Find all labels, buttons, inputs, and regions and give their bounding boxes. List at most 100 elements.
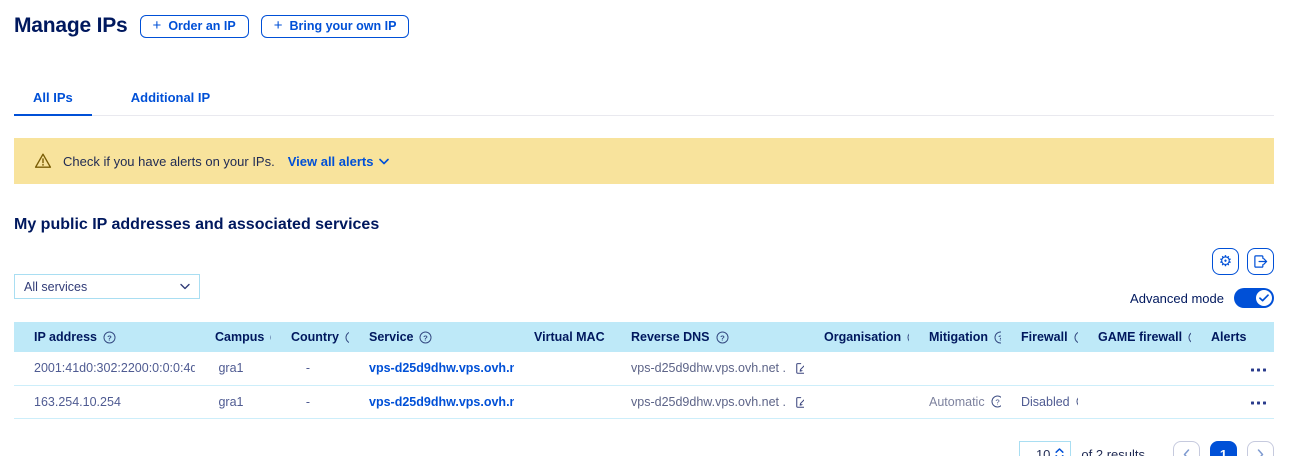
help-icon[interactable]: ? — [103, 331, 116, 344]
column-settings-button[interactable]: ⚙ — [1212, 248, 1239, 275]
cell-service: vps-d25d9dhw.vps.ovh.net — [349, 385, 514, 418]
col-header-reverse-dns: Reverse DNS? — [611, 322, 804, 352]
help-icon[interactable]: ? — [345, 331, 349, 344]
tab-bar: All IPs Additional IP — [14, 84, 1274, 116]
cell-country: - — [271, 352, 349, 385]
edit-icon[interactable] — [795, 395, 804, 409]
col-header-mitigation: Mitigation? — [909, 322, 1001, 352]
order-ip-label: Order an IP — [168, 19, 235, 33]
svg-text:?: ? — [998, 333, 1001, 342]
help-icon[interactable]: ? — [1076, 395, 1078, 408]
cell-campus: gra1 — [195, 385, 271, 418]
svg-text:?: ? — [720, 333, 725, 342]
page-size-value: 10 — [1036, 447, 1050, 456]
warning-triangle-icon — [34, 152, 52, 170]
plus-icon: + — [274, 18, 283, 33]
edit-icon[interactable] — [795, 361, 804, 375]
tab-additional-ip[interactable]: Additional IP — [112, 84, 229, 116]
cell-firewall: Disabled ? — [1001, 385, 1078, 418]
row-actions-menu-button[interactable] — [1249, 397, 1268, 409]
tab-all-ips-label: All IPs — [33, 90, 73, 105]
ip-table: IP address? Campus? Country? Service? Vi… — [14, 322, 1274, 419]
svg-text:?: ? — [424, 333, 429, 342]
gear-icon: ⚙ — [1219, 254, 1232, 269]
service-link[interactable]: vps-d25d9dhw.vps.ovh.net — [369, 395, 514, 409]
next-page-button[interactable] — [1247, 441, 1274, 456]
manage-ips-page: Manage IPs + Order an IP + Bring your ow… — [0, 0, 1301, 456]
svg-text:?: ? — [107, 333, 112, 342]
col-header-firewall: Firewall? — [1001, 322, 1078, 352]
cell-alerts — [1191, 352, 1246, 385]
toggle-check-icon — [1256, 290, 1272, 306]
page-title: Manage IPs — [14, 14, 128, 38]
service-link[interactable]: vps-d25d9dhw.vps.ovh.net — [369, 361, 514, 375]
pagination: 10 of 2 results 1 — [14, 441, 1274, 456]
service-filter-select[interactable]: All services — [14, 274, 200, 299]
cell-reverse-dns: vps-d25d9dhw.vps.ovh.net . — [611, 352, 804, 385]
cell-actions — [1246, 385, 1274, 418]
table-row: 2001:41d0:302:2200:0:0:0:4dd2 gra1 - vps… — [14, 352, 1274, 385]
export-button[interactable] — [1247, 248, 1274, 275]
bring-your-own-ip-button[interactable]: + Bring your own IP — [261, 15, 410, 38]
table-controls: All services ⚙ Advanced mode — [14, 248, 1274, 308]
col-header-game-firewall: GAME firewall? — [1078, 322, 1191, 352]
export-icon — [1253, 254, 1268, 269]
cell-organisation — [804, 385, 909, 418]
banner-message: Check if you have alerts on your IPs. — [63, 154, 275, 169]
firewall-value: Disabled — [1021, 395, 1070, 409]
advanced-mode-row: Advanced mode — [1130, 288, 1274, 308]
help-icon[interactable]: ? — [1074, 331, 1078, 344]
alerts-banner: Check if you have alerts on your IPs. Vi… — [14, 138, 1274, 184]
col-header-virtual-mac: Virtual MAC? — [514, 322, 611, 352]
page-size-select[interactable]: 10 — [1019, 441, 1071, 456]
cell-organisation — [804, 352, 909, 385]
row-actions-menu-button[interactable] — [1249, 364, 1268, 376]
table-row: 163.254.10.254 gra1 - vps-d25d9dhw.vps.o… — [14, 385, 1274, 418]
reverse-dns-value: vps-d25d9dhw.vps.ovh.net . — [631, 361, 786, 375]
svg-text:?: ? — [995, 397, 999, 406]
cell-game-firewall — [1078, 385, 1191, 418]
help-icon[interactable]: ? — [716, 331, 729, 344]
help-icon[interactable]: ? — [907, 331, 909, 344]
cell-game-firewall — [1078, 352, 1191, 385]
help-icon[interactable]: ? — [991, 395, 1001, 408]
col-header-ip-address: IP address? — [14, 322, 195, 352]
mitigation-value: Automatic — [929, 395, 985, 409]
plus-icon: + — [153, 18, 162, 33]
view-all-alerts-link[interactable]: View all alerts — [288, 154, 390, 169]
help-icon[interactable]: ? — [270, 331, 271, 344]
tab-all-ips[interactable]: All IPs — [14, 84, 92, 116]
advanced-mode-toggle[interactable] — [1234, 288, 1274, 308]
cell-firewall — [1001, 352, 1078, 385]
stepper-icon — [1055, 448, 1064, 456]
ellipsis-icon — [1251, 401, 1266, 405]
col-header-country: Country? — [271, 322, 349, 352]
order-ip-button[interactable]: + Order an IP — [140, 15, 249, 38]
cell-mitigation: Automatic ? — [909, 385, 1001, 418]
bring-your-own-ip-label: Bring your own IP — [289, 19, 396, 33]
help-icon[interactable]: ? — [419, 331, 432, 344]
service-filter-value: All services — [24, 280, 87, 294]
reverse-dns-value: vps-d25d9dhw.vps.ovh.net . — [631, 395, 786, 409]
cell-service: vps-d25d9dhw.vps.ovh.net — [349, 352, 514, 385]
controls-right: ⚙ Advanced mode — [1130, 248, 1274, 308]
cell-country: - — [271, 385, 349, 418]
advanced-mode-label: Advanced mode — [1130, 291, 1224, 306]
col-header-alerts: Alerts? — [1191, 322, 1246, 352]
cell-actions — [1246, 352, 1274, 385]
cell-ip-address: 2001:41d0:302:2200:0:0:0:4dd2 — [14, 352, 195, 385]
tab-additional-ip-label: Additional IP — [131, 90, 210, 105]
chevron-right-icon — [1257, 449, 1264, 456]
col-header-organisation: Organisation? — [804, 322, 909, 352]
page-1-button[interactable]: 1 — [1210, 441, 1237, 456]
previous-page-button[interactable] — [1173, 441, 1200, 456]
cell-campus: gra1 — [195, 352, 271, 385]
cell-virtual-mac — [514, 385, 611, 418]
section-heading: My public IP addresses and associated se… — [14, 216, 1274, 234]
col-header-actions — [1246, 322, 1274, 352]
page-header: Manage IPs + Order an IP + Bring your ow… — [14, 12, 1274, 38]
help-icon[interactable]: ? — [1188, 331, 1191, 344]
cell-virtual-mac — [514, 352, 611, 385]
view-all-alerts-label: View all alerts — [288, 154, 374, 169]
help-icon[interactable]: ? — [994, 331, 1001, 344]
